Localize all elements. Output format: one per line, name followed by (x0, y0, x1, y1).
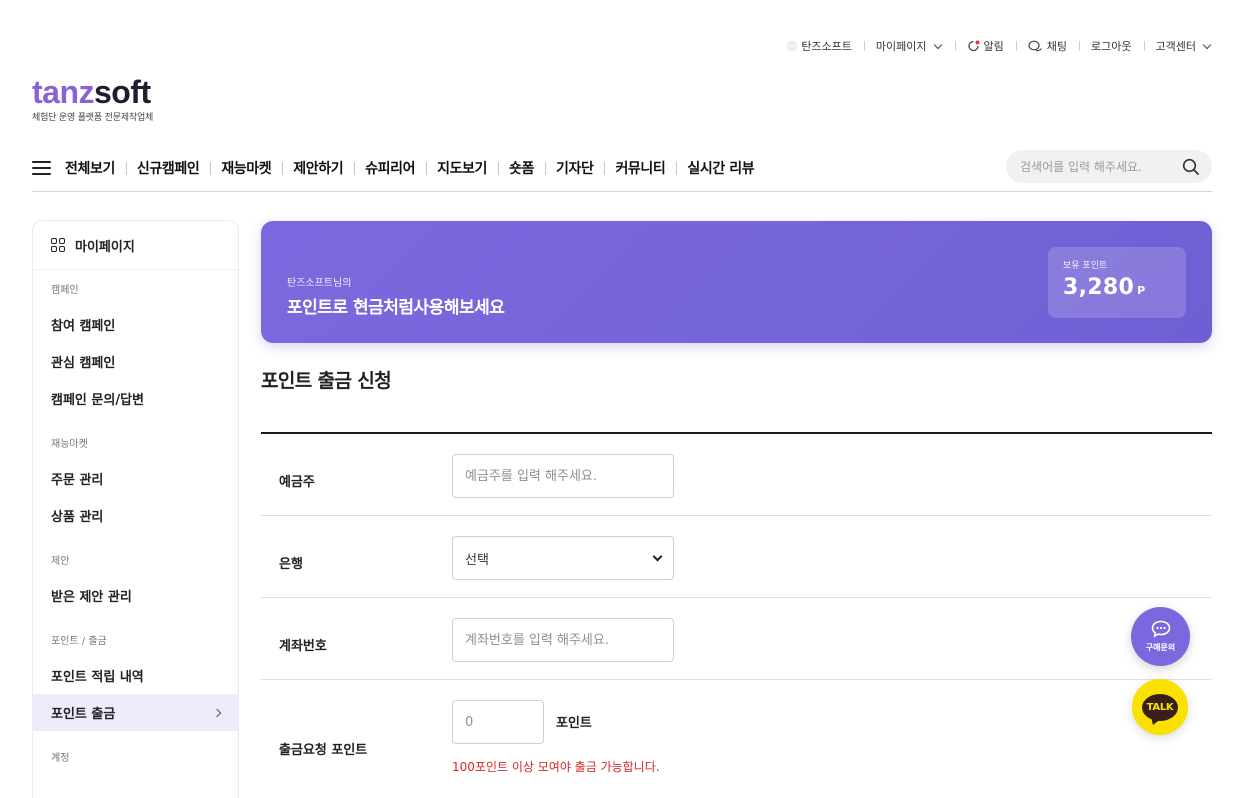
logo-tagline: 체험단 운영 플랫폼 전문제작업체 (32, 113, 154, 123)
grid-icon (51, 238, 65, 252)
banner-title: 포인트로 현금처럼사용해보세요 (287, 298, 505, 318)
sidebar-section-proposal: 제안 (51, 556, 70, 567)
user-name-link[interactable]: 탄즈소프트 (775, 38, 864, 54)
kakao-talk-icon: TALK (1142, 693, 1178, 721)
amount-label: 출금요청 포인트 (279, 743, 368, 758)
logo-wordmark: tanzsoft (32, 74, 151, 110)
nav-shortform[interactable]: 숏폼 (498, 158, 545, 178)
logout-label: 로그아웃 (1091, 40, 1132, 53)
mypage-label: 마이페이지 (875, 40, 927, 53)
nav-community[interactable]: 커뮤니티 (604, 158, 676, 178)
logout-link[interactable]: 로그아웃 (1079, 38, 1143, 54)
sidebar-item-point-history[interactable]: 포인트 적립 내역 (33, 657, 238, 694)
sidebar-title: 마이페이지 (75, 239, 135, 255)
user-name-label: 탄즈소프트 (801, 40, 852, 53)
form-row-bank: 은행 선택 (261, 516, 1212, 598)
points-unit: P (1137, 284, 1146, 297)
account-label: 계좌번호 (279, 639, 327, 654)
bank-select[interactable]: 선택 (452, 536, 674, 580)
bank-label: 은행 (279, 557, 303, 572)
search-box (1006, 150, 1212, 183)
nav-new-campaign[interactable]: 신규캠페인 (125, 158, 210, 178)
chat-link[interactable]: 채팅 (1015, 38, 1079, 54)
nav-all[interactable]: 전체보기 (65, 158, 126, 178)
chevron-down-icon (933, 40, 942, 49)
notification-label: 알림 (983, 40, 1004, 53)
sidebar-section-campaign: 캠페인 (51, 285, 79, 296)
kakao-talk-button[interactable]: TALK (1132, 679, 1188, 735)
chat-icon (1028, 40, 1042, 51)
nav-proposal[interactable]: 제안하기 (282, 158, 354, 178)
main-navigation: 전체보기 신규캠페인 재능마켓 제안하기 슈피리어 지도보기 숏폼 기자단 커뮤… (32, 148, 1212, 192)
form-row-depositor: 예금주 (261, 434, 1212, 516)
mypage-sidebar: 마이페이지 캠페인 참여 캠페인 관심 캠페인 캠페인 문의/답변 재능마켓 주… (32, 220, 239, 798)
profile-dot-icon (787, 41, 798, 51)
points-value: 3,280 (1063, 275, 1135, 300)
banner-subtitle: 탄즈소프트님의 (287, 278, 352, 289)
sidebar-item-received-proposals[interactable]: 받은 제안 관리 (33, 577, 238, 614)
customer-center-dropdown[interactable]: 고객센터 (1143, 38, 1212, 54)
bell-icon (967, 40, 980, 51)
nav-live-review[interactable]: 실시간 리뷰 (676, 158, 765, 178)
points-label: 보유 포인트 (1063, 261, 1108, 271)
depositor-label: 예금주 (279, 475, 315, 490)
nav-reporters[interactable]: 기자단 (544, 158, 604, 178)
withdrawal-form: 예금주 은행 선택 계좌번호 출금요청 포인트 포인트 100포인트 이상 모여… (261, 432, 1212, 798)
site-logo[interactable]: tanzsoft 체험단 운영 플랫폼 전문제작업체 (32, 74, 153, 123)
nav-talent-market[interactable]: 재능마켓 (210, 158, 282, 178)
amount-unit-label: 포인트 (556, 716, 592, 731)
sidebar-header: 마이페이지 (33, 221, 238, 270)
minimum-amount-warning: 100포인트 이상 모여야 출금 가능합니다. (452, 760, 660, 774)
sidebar-item-point-withdrawal[interactable]: 포인트 출금 (33, 694, 238, 731)
points-balance-card: 보유 포인트 3,280 P (1048, 247, 1186, 318)
nav-map[interactable]: 지도보기 (426, 158, 498, 178)
sidebar-section-points: 포인트 / 출금 (51, 636, 107, 647)
sidebar-section-account: 계정 (51, 753, 70, 764)
customer-center-label: 고객센터 (1155, 40, 1196, 53)
chat-label: 채팅 (1046, 40, 1068, 53)
gnb-menu: 전체보기 신규캠페인 재능마켓 제안하기 슈피리어 지도보기 숏폼 기자단 커뮤… (65, 158, 765, 178)
nav-superior[interactable]: 슈피리어 (354, 158, 426, 178)
form-row-account: 계좌번호 (261, 598, 1212, 680)
sidebar-item-order-management[interactable]: 주문 관리 (33, 460, 238, 497)
sidebar-item-favorite-campaign[interactable]: 관심 캠페인 (33, 343, 238, 380)
chevron-right-icon (212, 708, 222, 717)
purchase-inquiry-label: 구매문의 (1145, 643, 1176, 652)
sidebar-item-product-management[interactable]: 상품 관리 (33, 497, 238, 534)
mypage-dropdown[interactable]: 마이페이지 (863, 38, 955, 54)
sidebar-section-talent-market: 재능마켓 (51, 439, 88, 450)
account-number-input[interactable] (452, 618, 674, 662)
sidebar-item-joined-campaign[interactable]: 참여 캠페인 (33, 306, 238, 343)
search-input[interactable] (1020, 159, 1182, 174)
kakao-talk-label: TALK (1146, 701, 1174, 713)
chat-bubble-icon (1151, 620, 1170, 638)
sidebar-item-campaign-qna[interactable]: 캠페인 문의/답변 (33, 380, 238, 417)
bank-select-value: 선택 (465, 552, 489, 568)
points-value-row: 3,280 P (1063, 275, 1171, 300)
chevron-down-icon (1202, 40, 1212, 49)
search-icon[interactable] (1182, 158, 1200, 176)
purchase-inquiry-button[interactable]: 구매문의 (1131, 607, 1190, 666)
depositor-input[interactable] (452, 454, 674, 498)
form-row-amount: 출금요청 포인트 포인트 100포인트 이상 모여야 출금 가능합니다. (261, 680, 1212, 798)
utility-bar: 탄즈소프트 마이페이지 알림 채팅 로그아웃 고객센터 (775, 38, 1212, 54)
page-title: 포인트 출금 신청 (261, 370, 392, 392)
points-banner: 탄즈소프트님의 포인트로 현금처럼사용해보세요 보유 포인트 3,280 P (261, 221, 1212, 343)
amount-input[interactable] (452, 700, 544, 744)
hamburger-menu-icon[interactable] (32, 160, 51, 175)
chevron-down-icon (652, 551, 663, 561)
notification-link[interactable]: 알림 (954, 38, 1016, 54)
